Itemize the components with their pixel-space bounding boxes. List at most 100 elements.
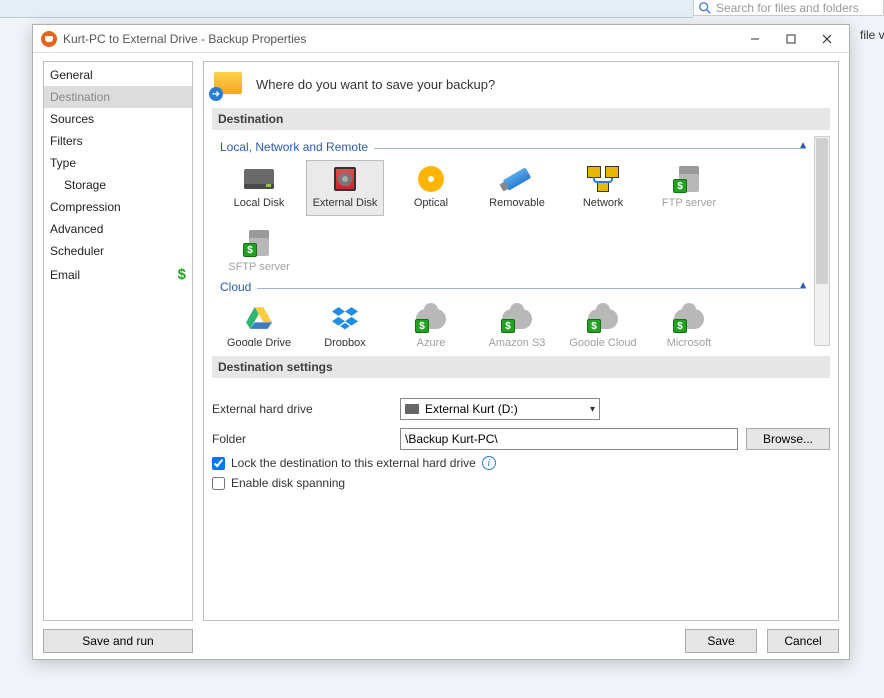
tile-label: Google Cloud Storage <box>567 337 639 346</box>
sidebar-item-storage[interactable]: Storage <box>44 174 192 196</box>
header-row: ➜ Where do you want to save your backup? <box>212 70 830 98</box>
paid-badge-icon: $ <box>587 319 601 333</box>
paid-badge-icon: $ <box>243 243 257 257</box>
main-panel: ➜ Where do you want to save your backup?… <box>203 61 839 653</box>
paid-badge-icon: $ <box>415 319 429 333</box>
destination-tile-google-drive[interactable]: Google Drive <box>220 300 298 346</box>
network-icon <box>585 165 621 193</box>
disk-spanning-label[interactable]: Enable disk spanning <box>231 476 345 490</box>
destination-tile-azure[interactable]: $ Azure <box>392 300 470 346</box>
background-toolbar <box>0 0 693 18</box>
destination-tile-removable[interactable]: Removable <box>478 160 556 216</box>
sidebar: General Destination Sources Filters Type Stor… <box>43 61 193 653</box>
destination-tile-local-disk[interactable]: Local Disk <box>220 160 298 216</box>
cloud-icon: $ <box>413 305 449 333</box>
destination-tile-microsoft-onedrive[interactable]: $ Microsoft OneDrive <box>650 300 728 346</box>
lock-destination-label[interactable]: Lock the destination to this external ha… <box>231 456 476 470</box>
sidebar-item-label: Destination <box>50 90 110 104</box>
lock-destination-checkbox[interactable] <box>212 457 225 470</box>
top-right-text: file v <box>860 28 884 42</box>
tile-label: Local Disk <box>234 197 285 211</box>
drive-selected-value: External Kurt (D:) <box>425 402 518 416</box>
tile-label: Microsoft OneDrive <box>653 337 725 346</box>
destination-tile-sftp-server[interactable]: $ SFTP server <box>220 224 298 280</box>
dropbox-icon <box>327 305 363 333</box>
sidebar-list: General Destination Sources Filters Type Stor… <box>43 61 193 621</box>
cloud-icon: $ <box>499 305 535 333</box>
group-title: Local, Network and Remote▲ <box>220 140 806 154</box>
folder-label: Folder <box>212 432 392 446</box>
sidebar-item-compression[interactable]: Compression <box>44 196 192 218</box>
destination-tile-dropbox[interactable]: Dropbox <box>306 300 384 346</box>
tile-label: External Disk <box>313 197 378 211</box>
cloud-icon: $ <box>671 305 707 333</box>
destination-tile-ftp-server[interactable]: $ FTP server <box>650 160 728 216</box>
drive-icon <box>405 404 419 414</box>
maximize-button[interactable] <box>773 27 809 51</box>
optical-icon <box>413 165 449 193</box>
tile-label: Amazon S3 <box>489 337 546 346</box>
removable-icon <box>499 165 535 193</box>
destination-tile-external-disk[interactable]: External Disk <box>306 160 384 216</box>
sidebar-item-label: Sources <box>50 112 94 126</box>
tile-label: SFTP server <box>228 261 290 275</box>
sidebar-item-scheduler[interactable]: Scheduler <box>44 240 192 262</box>
sidebar-item-label: Storage <box>64 178 106 192</box>
group-title-text: Cloud <box>220 280 251 294</box>
save-button[interactable]: Save <box>685 629 757 653</box>
browse-button[interactable]: Browse... <box>746 428 830 450</box>
sidebar-item-sources[interactable]: Sources <box>44 108 192 130</box>
paid-badge-icon: $ <box>673 179 687 193</box>
tile-label: FTP server <box>662 197 716 211</box>
tile-label: Google Drive <box>227 337 291 346</box>
destination-tile-network[interactable]: Network <box>564 160 642 216</box>
gdrive-icon <box>241 305 277 333</box>
close-button[interactable] <box>809 27 845 51</box>
titlebar[interactable]: Kurt-PC to External Drive - Backup Prope… <box>33 25 849 53</box>
sidebar-item-label: Email <box>50 268 80 282</box>
section-destination-settings: Destination settings <box>212 356 830 378</box>
chevron-down-icon: ▾ <box>590 404 595 415</box>
server-icon: $ <box>241 229 277 257</box>
info-icon[interactable]: i <box>482 456 496 470</box>
header-question: Where do you want to save your backup? <box>256 77 495 92</box>
collapse-caret-icon[interactable]: ▲ <box>798 140 808 151</box>
sidebar-item-email[interactable]: Email$ <box>44 262 192 287</box>
destinations-area: Local, Network and Remote▲ Local Disk Exte… <box>212 136 830 346</box>
section-destination: Destination <box>212 108 830 130</box>
sidebar-item-label: Filters <box>50 134 83 148</box>
app-icon <box>41 31 57 47</box>
extdisk-icon <box>327 165 363 193</box>
minimize-icon <box>750 34 760 44</box>
group-title: Cloud ▲ <box>220 280 806 294</box>
destination-tile-amazon-s3[interactable]: $ Amazon S3 <box>478 300 556 346</box>
minimize-button[interactable] <box>737 27 773 51</box>
sidebar-item-filters[interactable]: Filters <box>44 130 192 152</box>
search-input[interactable]: Search for files and folders <box>693 0 884 16</box>
disk-spanning-checkbox[interactable] <box>212 477 225 490</box>
sidebar-item-advanced[interactable]: Advanced <box>44 218 192 240</box>
cancel-button[interactable]: Cancel <box>767 629 839 653</box>
main-content: ➜ Where do you want to save your backup?… <box>203 61 839 621</box>
paid-badge-icon: $ <box>501 319 515 333</box>
destination-tile-optical[interactable]: Optical <box>392 160 470 216</box>
save-and-run-button[interactable]: Save and run <box>43 629 193 653</box>
search-icon <box>698 1 712 15</box>
sidebar-item-label: Advanced <box>50 222 103 236</box>
scrollbar-thumb[interactable] <box>816 138 828 284</box>
drive-select[interactable]: External Kurt (D:) ▾ <box>400 398 600 420</box>
sidebar-item-label: General <box>50 68 93 82</box>
sidebar-item-destination[interactable]: Destination <box>44 86 192 108</box>
localdisk-icon <box>241 165 277 193</box>
sidebar-item-label: Type <box>50 156 76 170</box>
sidebar-item-general[interactable]: General <box>44 64 192 86</box>
folder-input[interactable] <box>400 428 738 450</box>
collapse-caret-icon[interactable]: ▲ <box>798 280 808 291</box>
vertical-scrollbar[interactable] <box>814 136 830 346</box>
destination-folder-icon: ➜ <box>212 70 244 98</box>
destination-tile-google-cloud-storage[interactable]: $ Google Cloud Storage <box>564 300 642 346</box>
tile-label: Removable <box>489 197 545 211</box>
tile-label: Dropbox <box>324 337 366 346</box>
sidebar-item-type[interactable]: Type <box>44 152 192 174</box>
tile-label: Azure <box>417 337 446 346</box>
